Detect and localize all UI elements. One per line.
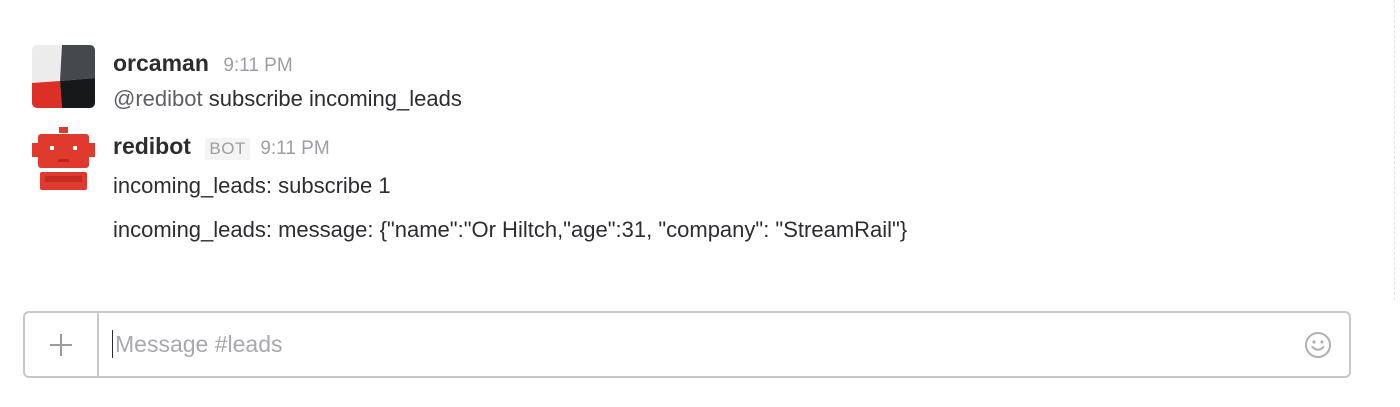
bot-badge: BOT — [205, 138, 250, 160]
message-timestamp[interactable]: 9:11 PM — [260, 138, 329, 159]
plus-icon — [50, 333, 72, 356]
message-text: incoming_leads: message: {"name":"Or Hil… — [113, 217, 908, 242]
user-mention[interactable]: @redibot — [113, 86, 203, 111]
redibot-avatar[interactable] — [32, 127, 95, 190]
text-caret — [112, 330, 113, 358]
message-header: orcaman 9:11 PM — [113, 50, 293, 77]
message-input[interactable] — [99, 313, 1287, 376]
attach-button[interactable] — [25, 313, 99, 376]
smiley-icon — [1305, 331, 1331, 358]
message-text: incoming_leads: subscribe 1 — [113, 173, 391, 198]
message-header: redibot BOT 9:11 PM — [113, 133, 330, 160]
message-timestamp[interactable]: 9:11 PM — [223, 55, 292, 76]
author-name[interactable]: orcaman — [113, 50, 209, 76]
orcaman-avatar-image — [32, 45, 95, 108]
author-name[interactable]: redibot — [113, 133, 191, 159]
emoji-button[interactable] — [1287, 313, 1349, 376]
message-composer — [23, 311, 1351, 378]
orcaman-avatar[interactable] — [32, 45, 95, 108]
pane-edge — [1394, 0, 1396, 300]
message-text: @redibot subscribe incoming_leads — [113, 86, 462, 112]
robot-icon — [32, 127, 95, 190]
message-text-body: subscribe incoming_leads — [202, 86, 462, 111]
